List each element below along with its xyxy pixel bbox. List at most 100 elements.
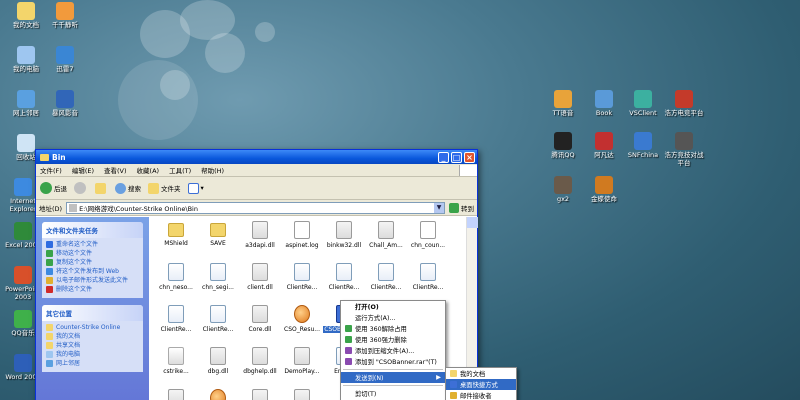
desktop-icon[interactable]: VSClient	[623, 90, 663, 117]
up-button[interactable]	[95, 182, 108, 194]
context-menu-item[interactable]: 添加到压缩文件(A)...	[341, 345, 445, 356]
file-item[interactable]: MShield	[155, 221, 197, 247]
task-link[interactable]: 移动这个文件	[42, 249, 143, 258]
scroll-up-button[interactable]	[467, 217, 478, 228]
file-item[interactable]: ClientRe...	[155, 305, 197, 333]
drive-icon	[69, 203, 78, 212]
task-link[interactable]: 网上邻居	[42, 359, 143, 368]
title-bar[interactable]: Bin _ □ ×	[36, 150, 477, 164]
maximize-button[interactable]: □	[451, 151, 462, 163]
menu-item-icon	[450, 381, 457, 388]
context-menu-item[interactable]: 运行方式(A)...	[341, 312, 445, 323]
desktop-icon[interactable]: 金蝶使命	[584, 176, 624, 203]
context-menu-item[interactable]: 剪切(T)	[341, 388, 445, 399]
file-item[interactable]: dbg.dll	[197, 347, 239, 375]
back-button[interactable]: 后退	[40, 182, 67, 194]
file-item[interactable]: chn_neso...	[155, 263, 197, 291]
desktop-icon[interactable]: 浩方竞技对战平台	[664, 132, 704, 167]
file-item[interactable]: CSO_Resu...	[281, 305, 323, 333]
file-cfg-icon	[420, 221, 436, 239]
file-folder-icon	[210, 223, 226, 237]
context-menu-item[interactable]: 发送到(N) ▶	[341, 372, 445, 383]
task-link[interactable]: 删除这个文件	[42, 285, 143, 294]
desktop-icon[interactable]: 迅雷7	[45, 46, 85, 73]
context-menu-item[interactable]: 添加到 "CSOBanner.rar"(T)	[341, 356, 445, 367]
go-arrow-icon	[449, 202, 459, 213]
menu-item[interactable]: 文件(F)	[40, 165, 62, 175]
file-item[interactable]: chn_coun...	[407, 221, 449, 249]
desktop-icon-label: VSClient	[629, 109, 657, 117]
task-pane: 文件和文件夹任务 重命名这个文件 移动这个文件 复制这个文件 将这个文件发布到 Web…	[36, 217, 149, 400]
file-tasks-title[interactable]: 文件和文件夹任务	[42, 222, 143, 238]
file-item[interactable]: ClientRe...	[197, 305, 239, 333]
app-icon	[17, 46, 35, 64]
task-link[interactable]: 将这个文件发布到 Web	[42, 267, 143, 276]
desktop-icon[interactable]: 阿凡达	[584, 132, 624, 159]
send-to-item[interactable]: 我的文档	[446, 368, 516, 379]
file-item[interactable]: cstrike...	[155, 347, 197, 375]
desktop-icon[interactable]: 暴风影音	[45, 90, 85, 117]
context-menu-label: 使用 360强力删除	[355, 337, 407, 344]
desktop-icon-label: 千千静听	[52, 21, 78, 29]
task-link[interactable]: 我的文档	[42, 332, 143, 341]
desktop-icon[interactable]: 浩方电竞平台	[664, 90, 704, 117]
desktop-icon[interactable]: 我的文档	[6, 2, 46, 29]
file-item[interactable]	[281, 389, 323, 400]
go-button[interactable]: 转到	[449, 202, 474, 213]
file-item[interactable]	[239, 389, 281, 400]
menu-item[interactable]: 收藏(A)	[137, 165, 160, 175]
context-menu-item[interactable]: 使用 360解除占用	[341, 323, 445, 334]
app-icon	[675, 90, 693, 108]
desktop-icon[interactable]: TT语音	[543, 90, 583, 117]
file-item[interactable]: DemoPlay...	[281, 347, 323, 375]
file-item[interactable]: a3dapi.dll	[239, 221, 281, 249]
desktop-icon[interactable]: 千千静听	[45, 2, 85, 29]
desktop-icon[interactable]: Book	[584, 90, 624, 117]
file-label: a3dapi.dll	[245, 242, 275, 249]
context-menu-label: 运行方式(A)...	[355, 315, 396, 322]
address-input[interactable]: E:\网络游戏\Counter-Strike Online\Bin ▼	[66, 201, 445, 214]
file-item[interactable]: Chall_Am...	[365, 221, 407, 249]
context-menu-item[interactable]: 打开(O)	[341, 301, 445, 312]
context-menu-item[interactable]: 使用 360强力删除	[341, 334, 445, 345]
file-item[interactable]: binkw32.dll	[323, 221, 365, 249]
other-places-title[interactable]: 其它位置	[42, 305, 143, 321]
task-link[interactable]: Counter-Strike Online	[42, 323, 143, 332]
file-item[interactable]: chn_segi...	[197, 263, 239, 291]
views-button[interactable]: ▾	[187, 182, 204, 194]
file-item[interactable]: Core.dll	[239, 305, 281, 333]
file-item[interactable]: aspinet.log	[281, 221, 323, 249]
desktop-icon[interactable]: gx2	[543, 176, 583, 203]
windows-logo-icon	[459, 164, 477, 176]
send-to-item[interactable]: 桌面快捷方式	[446, 379, 516, 390]
forward-button[interactable]	[74, 182, 88, 194]
file-item[interactable]: client.dll	[239, 263, 281, 291]
task-link[interactable]: 重命名这个文件	[42, 240, 143, 249]
task-link[interactable]: 我的电脑	[42, 350, 143, 359]
folders-button[interactable]: 文件夹	[148, 182, 181, 194]
close-button[interactable]: ×	[464, 151, 475, 163]
task-link[interactable]: 共享文档	[42, 341, 143, 350]
file-item[interactable]	[197, 389, 239, 400]
file-item[interactable]: SAVE	[197, 221, 239, 247]
file-item[interactable]: ClientRe...	[323, 263, 365, 291]
file-item[interactable]: ClientRe...	[281, 263, 323, 291]
minimize-button[interactable]: _	[438, 151, 449, 163]
task-link[interactable]: 复制这个文件	[42, 258, 143, 267]
desktop-icon[interactable]: 网上邻居	[6, 90, 46, 117]
menu-item[interactable]: 工具(T)	[169, 165, 191, 175]
menu-item[interactable]: 编辑(E)	[72, 165, 94, 175]
chevron-down-icon[interactable]: ▼	[434, 202, 444, 213]
file-item[interactable]: ClientRe...	[365, 263, 407, 291]
task-link[interactable]: 以电子邮件形式发送此文件	[42, 276, 143, 285]
file-item[interactable]: dbghelp.dll	[239, 347, 281, 375]
desktop-icon[interactable]: 腾讯QQ	[543, 132, 583, 159]
search-button[interactable]: 搜索	[115, 182, 141, 194]
file-item[interactable]: ClientRe...	[407, 263, 449, 291]
file-item[interactable]	[155, 389, 197, 400]
desktop-icon[interactable]: SNFchina	[623, 132, 663, 159]
desktop-icon[interactable]: 我的电脑	[6, 46, 46, 73]
menu-item[interactable]: 查看(V)	[104, 165, 127, 175]
menu-item[interactable]: 帮助(H)	[201, 165, 224, 175]
send-to-item[interactable]: 邮件接收者	[446, 390, 516, 400]
